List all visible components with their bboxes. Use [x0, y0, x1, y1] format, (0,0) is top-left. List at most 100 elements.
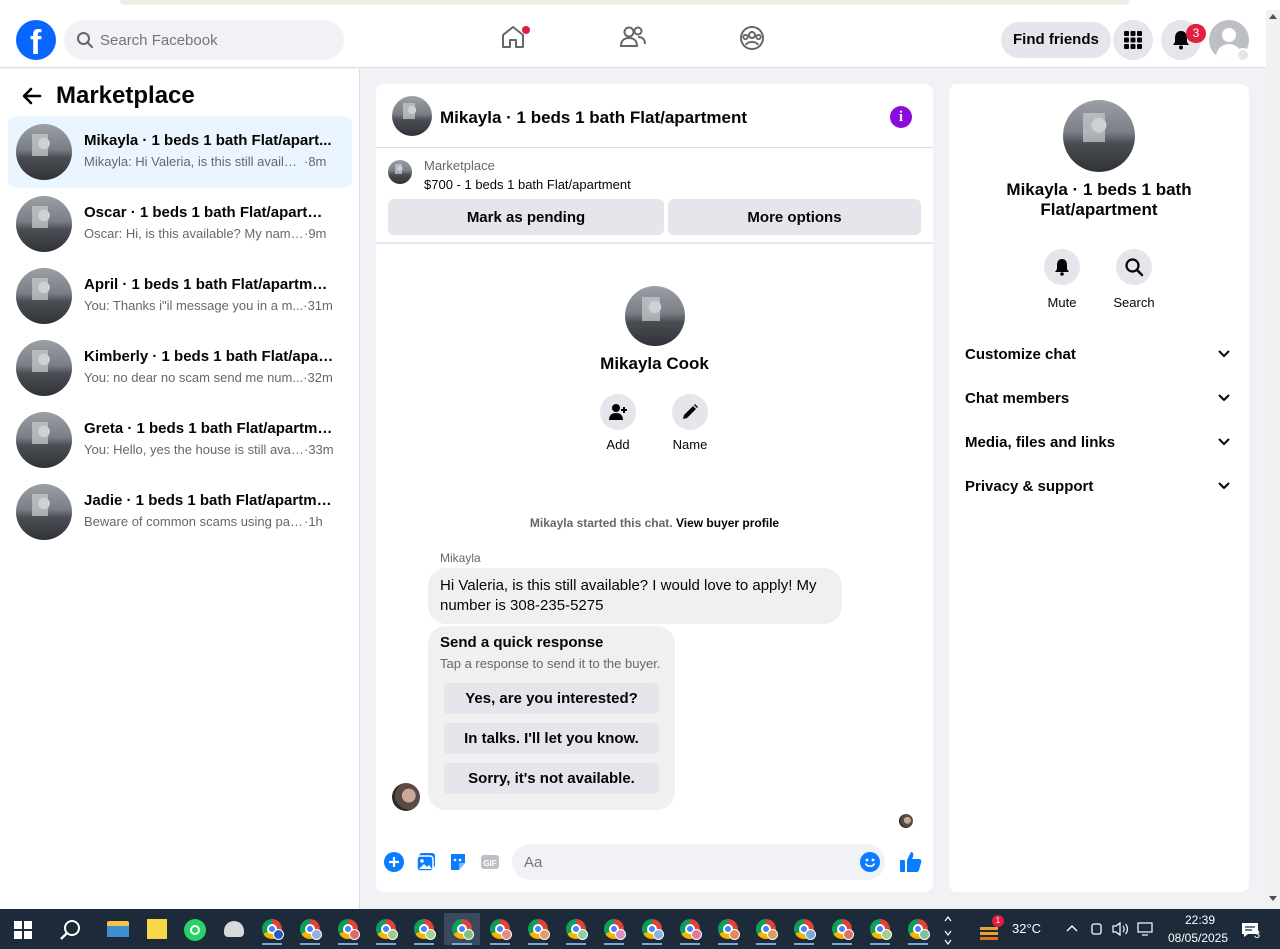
- message-composer: GIF: [376, 840, 933, 888]
- privacy-support-section[interactable]: Privacy & support: [949, 466, 1249, 506]
- conversation-item[interactable]: Mikayla · 1 beds 1 bath Flat/apart... Mi…: [8, 116, 352, 188]
- quick-response-title: Send a quick response: [440, 634, 604, 651]
- chrome-taskbar-icon[interactable]: [406, 913, 442, 945]
- conversation-item[interactable]: Greta · 1 beds 1 bath Flat/apartment You…: [8, 404, 352, 476]
- chrome-taskbar-icon[interactable]: [672, 913, 708, 945]
- view-buyer-profile-link[interactable]: View buyer profile: [676, 516, 779, 530]
- chevron-down-icon: [1218, 394, 1230, 402]
- sticker-icon[interactable]: [448, 852, 468, 872]
- chrome-taskbar-icon[interactable]: [520, 913, 556, 945]
- section-label: Media, files and links: [965, 434, 1116, 451]
- chrome-taskbar-icon[interactable]: [254, 913, 290, 945]
- friends-icon[interactable]: [619, 24, 647, 50]
- sticky-notes-taskbar-icon[interactable]: [138, 913, 174, 945]
- clock-time[interactable]: 22:39: [1176, 913, 1224, 927]
- info-icon[interactable]: i: [890, 106, 912, 128]
- chrome-taskbar-icon[interactable]: [634, 913, 670, 945]
- photo-icon[interactable]: [416, 852, 436, 872]
- conversation-name: Jadie · 1 beds 1 bath Flat/apartment: [84, 492, 334, 509]
- quick-response-button[interactable]: Yes, are you interested?: [444, 683, 659, 714]
- network-icon[interactable]: [1136, 921, 1154, 937]
- file-explorer-taskbar-icon[interactable]: [100, 913, 136, 945]
- volume-icon[interactable]: [1112, 921, 1130, 937]
- svg-text:GIF: GIF: [483, 859, 496, 868]
- plus-circle-icon[interactable]: [384, 852, 404, 872]
- chat-members-section[interactable]: Chat members: [949, 378, 1249, 418]
- quick-response-subtitle: Tap a response to send it to the buyer.: [440, 656, 661, 671]
- listing-thumbnail: [16, 196, 72, 252]
- notification-badge: 3: [1186, 24, 1206, 43]
- quick-response-card: Send a quick response Tap a response to …: [428, 626, 675, 810]
- add-friend-action[interactable]: Add: [588, 394, 648, 452]
- thumbs-up-icon[interactable]: [899, 850, 923, 874]
- windows-start-icon[interactable]: [14, 921, 32, 939]
- chrome-taskbar-icon[interactable]: [482, 913, 518, 945]
- emoji-icon[interactable]: [860, 852, 880, 872]
- chrome-taskbar-icon[interactable]: [710, 913, 746, 945]
- meet-now-icon[interactable]: [1090, 921, 1104, 937]
- mute-action[interactable]: Mute: [1032, 249, 1092, 310]
- chrome-taskbar-icon[interactable]: [862, 913, 898, 945]
- menu-button[interactable]: [1113, 20, 1153, 60]
- chrome-taskbar-icon[interactable]: [330, 913, 366, 945]
- chevron-up-icon[interactable]: [1066, 923, 1078, 933]
- scroll-up-icon[interactable]: [1269, 14, 1277, 19]
- conversation-list: Mikayla · 1 beds 1 bath Flat/apart... Mi…: [8, 116, 352, 548]
- find-friends-button[interactable]: Find friends: [1001, 22, 1111, 58]
- customize-chat-section[interactable]: Customize chat: [949, 334, 1249, 374]
- back-arrow-icon[interactable]: [20, 84, 44, 108]
- chrome-taskbar-icon[interactable]: [444, 913, 480, 945]
- chrome-taskbar-icon[interactable]: [748, 913, 784, 945]
- profile-picture[interactable]: [625, 286, 685, 346]
- app-taskbar-icon[interactable]: [216, 913, 252, 945]
- groups-icon[interactable]: [738, 24, 766, 52]
- listing-source: Marketplace: [424, 158, 495, 173]
- conversation-item[interactable]: Oscar · 1 beds 1 bath Flat/apartment Osc…: [8, 188, 352, 260]
- mute-label: Mute: [1047, 295, 1077, 310]
- message-input[interactable]: [512, 844, 885, 880]
- chevron-down-icon[interactable]: [1236, 48, 1250, 62]
- chrome-taskbar-icon[interactable]: [596, 913, 632, 945]
- listing-thumbnail[interactable]: [392, 96, 432, 136]
- whatsapp-taskbar-icon[interactable]: [176, 913, 212, 945]
- chrome-taskbar-icon[interactable]: [292, 913, 328, 945]
- scroll-down-icon[interactable]: [1269, 896, 1277, 901]
- search-action[interactable]: Search: [1104, 249, 1164, 310]
- temperature-label[interactable]: 32°C: [1012, 921, 1041, 936]
- page-scrollbar[interactable]: [1266, 10, 1280, 909]
- quick-response-button[interactable]: Sorry, it's not available.: [444, 763, 659, 794]
- chat-header: Mikayla · 1 beds 1 bath Flat/apartment i: [376, 84, 933, 148]
- mark-as-pending-button[interactable]: Mark as pending: [388, 199, 664, 235]
- search-icon[interactable]: [60, 919, 82, 941]
- clock-date[interactable]: 08/05/2025: [1162, 931, 1234, 945]
- chevron-down-icon: [1218, 438, 1230, 446]
- quick-response-button[interactable]: In talks. I'll let you know.: [444, 723, 659, 754]
- search-bar[interactable]: [64, 20, 344, 60]
- chrome-taskbar-icon[interactable]: [824, 913, 860, 945]
- chrome-taskbar-icon[interactable]: [900, 913, 936, 945]
- nickname-action[interactable]: Name: [660, 394, 720, 452]
- buyer-avatar[interactable]: [392, 783, 420, 811]
- more-options-button[interactable]: More options: [668, 199, 921, 235]
- chat-title[interactable]: Mikayla · 1 beds 1 bath Flat/apartment: [440, 108, 747, 128]
- conversation-time: ·8m: [304, 154, 327, 169]
- search-icon: [77, 32, 93, 48]
- listing-thumbnail: [16, 412, 72, 468]
- chrome-taskbar-icon[interactable]: [786, 913, 822, 945]
- browser-top-strip: [0, 0, 1280, 10]
- conversation-item[interactable]: Kimberly · 1 beds 1 bath Flat/apart... Y…: [8, 332, 352, 404]
- page-title: Marketplace: [56, 82, 195, 109]
- listing-price[interactable]: $700 - 1 beds 1 bath Flat/apartment: [424, 177, 631, 192]
- chrome-taskbar-icon[interactable]: [558, 913, 594, 945]
- search-input[interactable]: [100, 20, 330, 60]
- conversation-time: ·33m: [304, 442, 334, 457]
- taskbar-scroll-chevrons-icon[interactable]: [944, 913, 952, 945]
- conversation-item[interactable]: Jadie · 1 beds 1 bath Flat/apartment Bew…: [8, 476, 352, 548]
- gif-icon[interactable]: GIF: [480, 852, 500, 872]
- media-files-links-section[interactable]: Media, files and links: [949, 422, 1249, 462]
- conversation-preview: Mikayla: Hi Valeria, is this still avail…: [84, 154, 304, 169]
- chrome-taskbar-icon[interactable]: [368, 913, 404, 945]
- facebook-logo-icon[interactable]: f: [16, 20, 56, 62]
- listing-photo[interactable]: [1063, 100, 1135, 172]
- conversation-item[interactable]: April · 1 beds 1 bath Flat/apartment You…: [8, 260, 352, 332]
